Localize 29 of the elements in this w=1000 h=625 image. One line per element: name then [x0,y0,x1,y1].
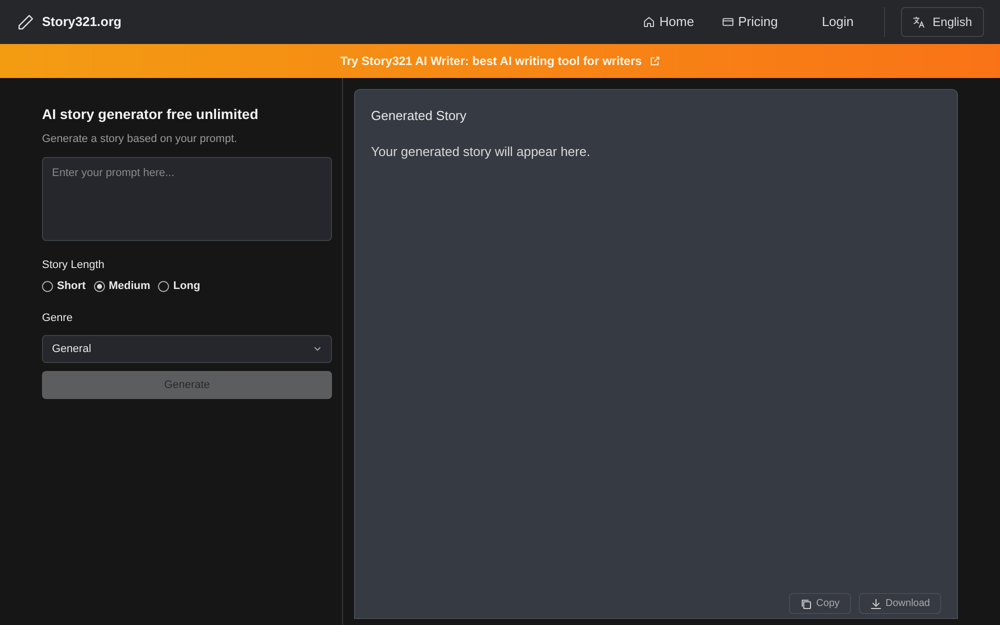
language-button[interactable]: English [900,7,984,37]
chevron-down-icon [313,344,322,354]
credit-card-icon [722,16,734,28]
radio-option[interactable]: Short [42,278,86,294]
download-button[interactable]: Download [858,593,941,614]
radio-button[interactable] [94,280,105,292]
brand-link[interactable]: Story321.org [17,12,122,32]
prompt-field[interactable]: Enter your prompt here... [42,157,332,242]
placeholder-text: Your generated story will appear here. [371,142,592,161]
home-icon [643,16,656,28]
panel-title: Generated Story [371,108,468,124]
form-subtitle: Generate a story based on your prompt. [42,132,238,147]
login-button[interactable]: Login [816,8,860,36]
copy-button[interactable]: Copy [789,593,851,614]
genre-dropdown[interactable]: General [42,334,332,363]
download-icon [870,598,882,610]
form-title: AI story generator free unlimited [42,106,260,123]
nav-link[interactable]: Home [637,8,700,36]
radio-button[interactable] [158,280,170,292]
radio-option[interactable]: Medium [94,278,150,294]
copy-icon [800,598,812,610]
field-label: Genre [42,311,74,326]
pencil-icon [17,14,34,30]
field-label: Story Length [42,258,106,274]
radio-option[interactable]: Long [158,278,200,294]
nav-link[interactable]: Pricing [716,8,784,36]
radio-button[interactable] [42,280,53,292]
translate-icon [912,16,925,28]
external-link-icon [650,56,660,66]
